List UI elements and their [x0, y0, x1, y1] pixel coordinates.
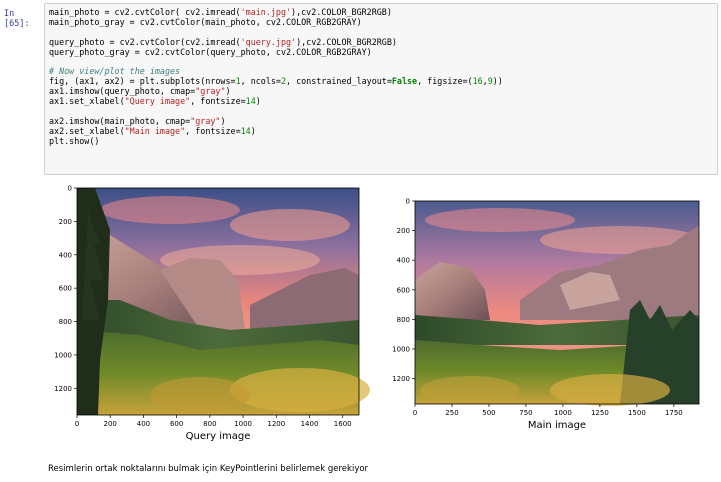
y-tick-label: 600 [397, 286, 410, 294]
code-token: 'query.jpg' [240, 36, 297, 47]
x-tick-label: 1600 [334, 420, 352, 428]
y-tick-label: 200 [59, 218, 72, 226]
code-token: main_photo_gray = cv2.cvtColor(main_phot… [49, 16, 362, 27]
code-token: ),cv2.COLOR_BGR2RGB) [296, 36, 397, 47]
x-tick-label: 750 [519, 409, 532, 417]
y-tick-label: 800 [59, 318, 72, 326]
x-tick-label: 400 [137, 420, 150, 428]
x-axis-label: Query image [186, 431, 251, 442]
y-tick-label: 400 [59, 251, 72, 259]
y-tick-label: 1200 [392, 375, 410, 383]
code-token: )) [492, 76, 503, 87]
code-token: fig, (ax1, ax2) = plt.subplots(nrows= [49, 76, 236, 87]
x-tick-label: 1500 [628, 409, 646, 417]
x-tick-label: 1250 [591, 409, 609, 417]
x-tick-label: 1750 [665, 409, 683, 417]
y-tick-label: 400 [397, 257, 410, 265]
code-token: ) [250, 125, 256, 136]
code-line: main_photo_gray = cv2.cvtColor(main_phot… [49, 16, 503, 28]
code-token: "Query image" [124, 96, 191, 107]
y-tick-label: 800 [397, 316, 410, 324]
code-token: , fontsize= [190, 96, 246, 107]
x-tick-label: 250 [445, 409, 458, 417]
code-cell[interactable]: main_photo = cv2.cvtColor( cv2.imread('m… [44, 3, 718, 175]
code-editor[interactable]: main_photo = cv2.cvtColor( cv2.imread('m… [49, 7, 503, 147]
code-token: 'main.jpg' [240, 7, 292, 17]
code-token: , ncols= [240, 76, 281, 87]
code-token: , figsize=( [417, 76, 473, 87]
y-tick-label: 1200 [54, 385, 72, 393]
code-line: plt.show() [49, 135, 503, 147]
y-tick-label: 0 [68, 185, 72, 193]
code-token: 16 [472, 76, 483, 87]
code-token: , constrained_layout= [286, 76, 392, 87]
code-token: False [391, 76, 418, 87]
code-token: ax2.set_xlabel( [49, 125, 125, 136]
code-token: plt.show() [49, 135, 100, 146]
x-tick-label: 1200 [267, 420, 285, 428]
code-token: ax1.imshow(query_photo, cmap= [49, 86, 196, 97]
y-tick-label: 600 [59, 285, 72, 293]
code-token: ),cv2.COLOR_BGR2RGB) [291, 7, 392, 17]
x-tick-label: 1000 [234, 420, 252, 428]
code-line: ax2.set_xlabel("Main image", fontsize=14… [49, 125, 503, 137]
x-tick-label: 1400 [301, 420, 319, 428]
code-token: "gray" [195, 86, 226, 97]
x-tick-label: 800 [203, 420, 216, 428]
y-tick-label: 200 [397, 227, 410, 235]
code-token: main_photo = cv2.cvtColor( cv2.imread( [49, 7, 241, 17]
x-tick-label: 1000 [554, 409, 572, 417]
code-token: "Main image" [124, 125, 186, 136]
main-image [415, 201, 700, 406]
code-token: ) [225, 86, 231, 97]
code-token: "gray" [190, 115, 221, 126]
code-token: query_photo_gray = cv2.cvtColor(query_ph… [49, 46, 372, 57]
x-tick-label: 0 [75, 420, 79, 428]
code-token: , fontsize= [185, 125, 241, 136]
code-token: query_photo = cv2.cvtColor(cv2.imread( [49, 36, 241, 47]
x-tick-label: 0 [413, 409, 417, 417]
y-tick-label: 0 [406, 198, 410, 206]
code-line: ax1.set_xlabel("Query image", fontsize=1… [49, 96, 503, 107]
code-token: # Now view/plot the images [49, 66, 181, 77]
code-token: ax1.set_xlabel( [49, 96, 125, 107]
x-tick-label: 500 [482, 409, 495, 417]
code-token: 14 [240, 125, 251, 136]
code-token: ) [255, 96, 261, 107]
plot-output: 0 200 400 600 800 1000 1200 1400 1600 0 200 400 600 8… [54, 185, 700, 442]
code-token: 14 [245, 96, 256, 107]
x-tick-label: 200 [104, 420, 117, 428]
y-tick-label: 1000 [392, 345, 410, 353]
code-token: ) [220, 115, 226, 126]
code-token: ax2.imshow(main_photo, cmap= [49, 115, 191, 126]
code-line: query_photo_gray = cv2.cvtColor(query_ph… [49, 46, 503, 58]
query-image [77, 188, 370, 415]
x-tick-label: 600 [170, 420, 183, 428]
x-axis-label: Main image [528, 420, 586, 431]
cell-prompt: In [65]: [4, 9, 30, 29]
markdown-text: Resimlerin ortak noktalarını bulmak için… [48, 464, 369, 474]
y-tick-label: 1000 [54, 351, 72, 359]
